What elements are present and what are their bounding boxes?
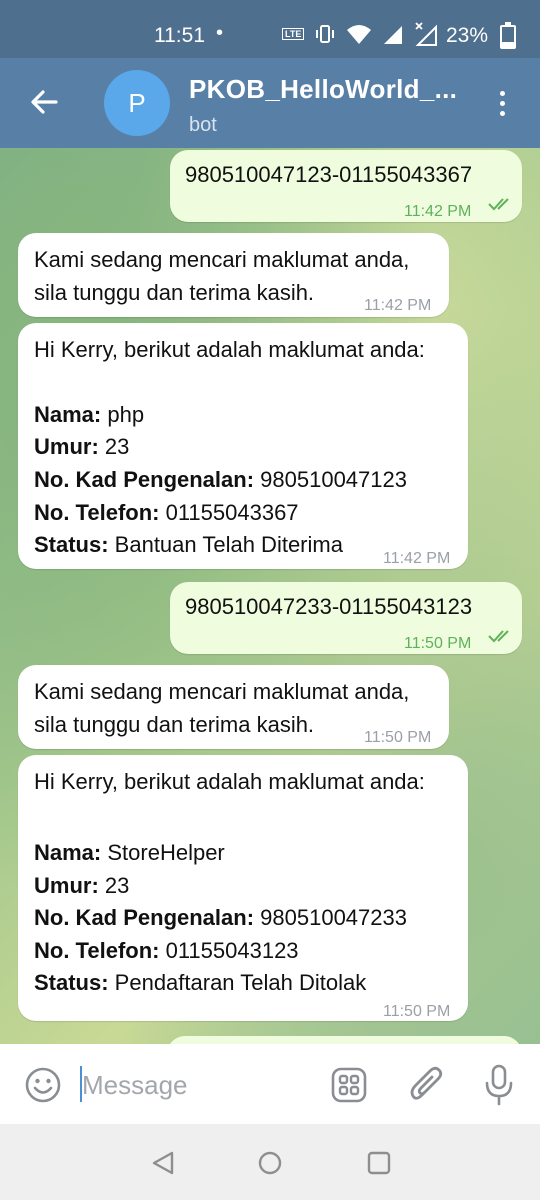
- field-line: No. Telefon: 01155043123: [34, 934, 299, 967]
- message-intro: Hi Kerry, berikut adalah maklumat anda:: [34, 769, 425, 794]
- double-check-icon: [488, 630, 509, 643]
- message-text: Kami sedang mencari maklumat anda,: [34, 679, 410, 704]
- more-menu-icon[interactable]: [492, 88, 512, 124]
- outgoing-message[interactable]: 980510047233-01155043123 11:50 PM: [170, 582, 522, 654]
- field-line: No. Kad Pengenalan: 980510047123: [34, 463, 407, 496]
- incoming-message[interactable]: Hi Kerry, berikut adalah maklumat anda: …: [18, 755, 468, 1021]
- incoming-message[interactable]: Kami sedang mencari maklumat anda, sila …: [18, 665, 449, 749]
- field-label: No. Telefon:: [34, 500, 160, 525]
- field-value: 980510047233: [254, 905, 407, 930]
- chat-subtitle: bot: [189, 114, 217, 136]
- field-label: Nama:: [34, 840, 102, 865]
- status-icons: LTE: [282, 22, 440, 46]
- field-value: Pendaftaran Telah Ditolak: [108, 970, 367, 995]
- back-arrow-icon[interactable]: [28, 86, 60, 118]
- message-text: sila tunggu dan terima kasih.: [34, 712, 315, 737]
- field-value: 23: [98, 434, 130, 459]
- message-input[interactable]: Message: [82, 1070, 188, 1101]
- field-label: No. Kad Pengenalan:: [34, 467, 255, 492]
- incoming-message[interactable]: Kami sedang mencari maklumat anda, sila …: [18, 233, 449, 317]
- message-time: 11:50 PM: [383, 1003, 451, 1020]
- message-text: 980510047123-01155043367: [185, 162, 473, 187]
- field-value: 01155043123: [159, 938, 299, 963]
- double-check-icon: [488, 198, 509, 211]
- volte-icon: LTE: [282, 28, 305, 40]
- system-nav-bar: [0, 1124, 540, 1200]
- field-value: php: [101, 402, 145, 427]
- field-line: Status: Pendaftaran Telah Ditolak: [34, 966, 366, 999]
- emoji-icon[interactable]: [24, 1066, 62, 1104]
- wifi-icon: [347, 25, 372, 44]
- message-time: 11:42 PM: [364, 297, 432, 314]
- notification-dot: •: [216, 22, 224, 44]
- message-time: 11:42 PM: [383, 550, 451, 567]
- field-line: No. Kad Pengenalan: 980510047233: [34, 901, 407, 934]
- field-line: Nama: StoreHelper: [34, 836, 225, 869]
- attach-icon[interactable]: [408, 1064, 444, 1106]
- message-intro: Hi Kerry, berikut adalah maklumat anda:: [34, 337, 425, 362]
- message-time: 11:50 PM: [404, 635, 472, 652]
- field-line: Status: Bantuan Telah Diterima: [34, 528, 343, 561]
- field-line: No. Telefon: 01155043367: [34, 496, 299, 529]
- outgoing-message-partial[interactable]: [167, 1036, 522, 1044]
- field-label: Status:: [34, 970, 109, 995]
- battery-percent: 23%: [446, 24, 489, 47]
- field-value: 980510047123: [254, 467, 407, 492]
- chat-header: P PKOB_HelloWorld_... bot: [0, 58, 540, 148]
- battery-icon: [500, 22, 516, 49]
- message-text: 980510047233-01155043123: [185, 594, 473, 619]
- field-label: No. Kad Pengenalan:: [34, 905, 255, 930]
- field-value: StoreHelper: [101, 840, 225, 865]
- outgoing-message[interactable]: 980510047123-01155043367 11:42 PM: [170, 150, 522, 222]
- field-label: Nama:: [34, 402, 102, 427]
- field-label: No. Telefon:: [34, 938, 160, 963]
- message-input-bar: Message: [0, 1044, 540, 1124]
- chat-title[interactable]: PKOB_HelloWorld_...: [189, 74, 457, 105]
- field-value: 23: [98, 873, 130, 898]
- recents-nav-icon[interactable]: [366, 1150, 392, 1176]
- message-text: Kami sedang mencari maklumat anda,: [34, 247, 410, 272]
- message-time: 11:50 PM: [364, 729, 432, 746]
- home-nav-icon[interactable]: [257, 1150, 283, 1176]
- back-nav-icon[interactable]: [150, 1150, 176, 1176]
- status-time: 11:51: [154, 24, 205, 47]
- field-line: Umur: 23: [34, 430, 129, 463]
- field-line: Umur: 23: [34, 869, 129, 902]
- field-line: Nama: php: [34, 398, 144, 431]
- mic-icon[interactable]: [484, 1064, 514, 1106]
- field-value: Bantuan Telah Diterima: [108, 532, 343, 557]
- message-text: sila tunggu dan terima kasih.: [34, 280, 315, 305]
- message-time: 11:42 PM: [404, 203, 472, 220]
- field-label: Status:: [34, 532, 109, 557]
- signal-x-icon: [415, 22, 438, 46]
- sticker-icon[interactable]: [330, 1066, 368, 1104]
- avatar[interactable]: P: [104, 70, 170, 136]
- incoming-message[interactable]: Hi Kerry, berikut adalah maklumat anda: …: [18, 323, 468, 569]
- vibrate-icon: [316, 25, 335, 43]
- signal-icon: [384, 26, 403, 44]
- field-value: 01155043367: [159, 500, 299, 525]
- field-label: Umur:: [34, 434, 99, 459]
- chat-area[interactable]: 980510047123-01155043367 11:42 PM Kami s…: [0, 148, 540, 1044]
- field-label: Umur:: [34, 873, 99, 898]
